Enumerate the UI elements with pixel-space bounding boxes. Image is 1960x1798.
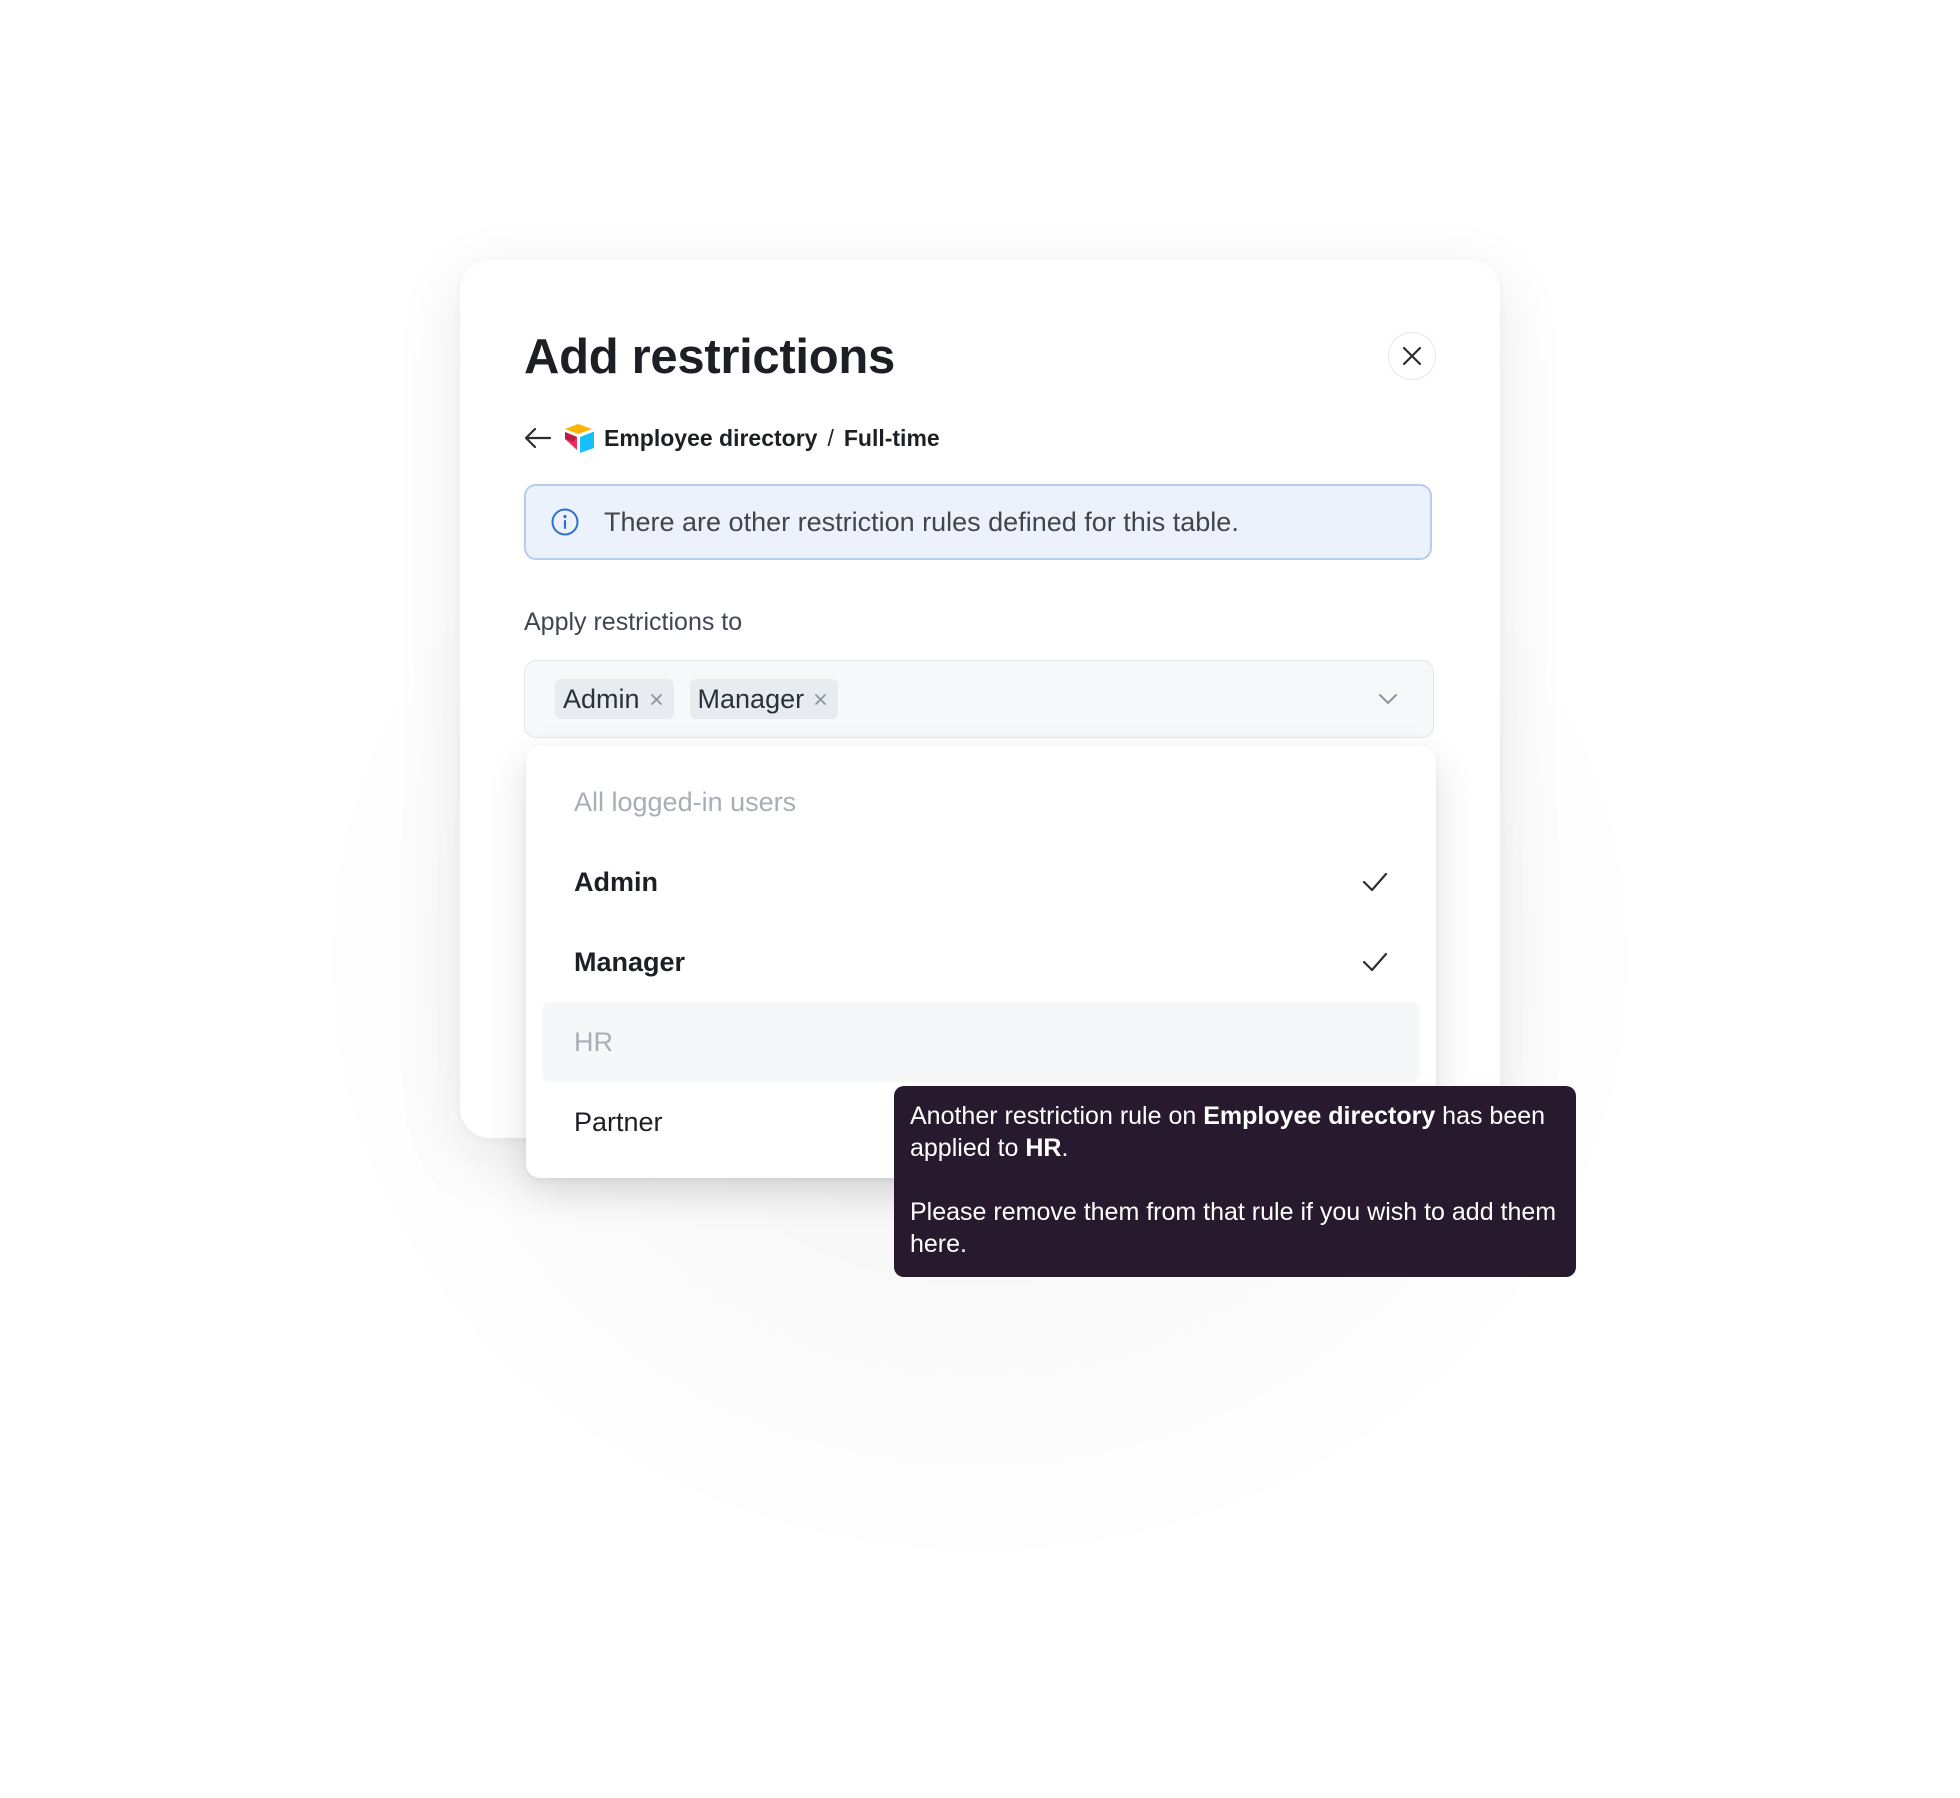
remove-tag-admin-button[interactable]: [650, 692, 664, 706]
restriction-conflict-tooltip: Another restriction rule on Employee dir…: [894, 1086, 1576, 1277]
selected-tag-admin: Admin: [555, 679, 674, 719]
option-label: HR: [574, 1026, 613, 1057]
close-button[interactable]: [1388, 332, 1436, 380]
tooltip-text: .: [1061, 1134, 1069, 1162]
tooltip-spacer: [910, 1164, 1560, 1196]
chevron-down-icon[interactable]: [1377, 688, 1399, 710]
check-icon: [1362, 872, 1388, 892]
info-banner-text: There are other restriction rules define…: [604, 506, 1239, 537]
apply-restrictions-select[interactable]: Admin Manager: [524, 660, 1434, 738]
option-label: Manager: [574, 946, 686, 977]
tag-label: Manager: [697, 683, 805, 714]
option-label: Admin: [574, 866, 658, 897]
breadcrumb-separator: /: [827, 424, 834, 451]
breadcrumb-table-link[interactable]: Employee directory: [604, 425, 817, 452]
airtable-logo-icon: [565, 424, 594, 453]
tooltip-text: Another restriction rule on: [910, 1102, 1204, 1130]
breadcrumb-view-link[interactable]: Full-time: [844, 425, 940, 452]
breadcrumb: Employee directory / Full-time: [524, 418, 940, 458]
tooltip-message: Another restriction rule on Employee dir…: [910, 1100, 1560, 1164]
modal-title: Add restrictions: [524, 330, 895, 384]
check-icon: [1362, 952, 1388, 972]
apply-restrictions-label: Apply restrictions to: [524, 608, 743, 636]
info-icon: [551, 508, 579, 536]
close-icon: [815, 693, 827, 705]
tooltip-instruction: Please remove them from that rule if you…: [910, 1198, 1557, 1258]
tooltip-group-name: HR: [1025, 1134, 1062, 1162]
arrow-left-icon: [524, 427, 552, 449]
close-icon: [650, 693, 662, 705]
info-banner: There are other restriction rules define…: [524, 484, 1432, 560]
option-label: All logged-in users: [574, 786, 797, 817]
selected-tag-manager: Manager: [689, 679, 839, 719]
remove-tag-manager-button[interactable]: [814, 692, 828, 706]
option-label: Partner: [574, 1106, 663, 1137]
option-all-logged-in-users: All logged-in users: [542, 762, 1420, 842]
tag-label: Admin: [563, 683, 640, 714]
back-button[interactable]: [524, 421, 558, 455]
option-hr[interactable]: HR: [542, 1002, 1420, 1082]
option-manager[interactable]: Manager: [542, 922, 1420, 1002]
close-icon: [1402, 346, 1422, 366]
tooltip-table-name: Employee directory: [1203, 1102, 1436, 1130]
option-admin[interactable]: Admin: [542, 842, 1420, 922]
